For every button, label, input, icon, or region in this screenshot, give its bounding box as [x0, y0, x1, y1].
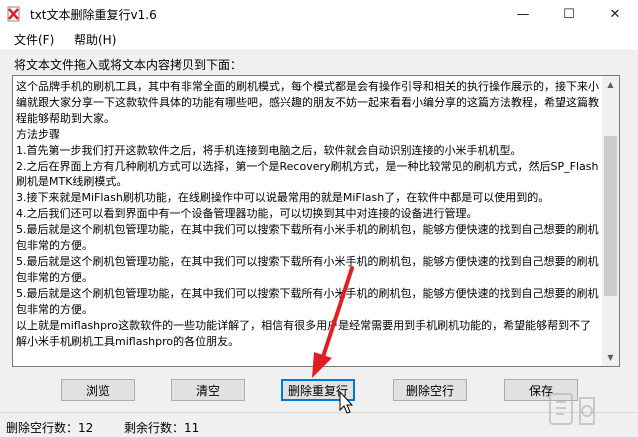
red-arrow-icon [312, 266, 354, 378]
mouse-cursor-icon [339, 390, 354, 414]
annotation-arrow-overlay [312, 266, 354, 414]
watermark-logo [549, 393, 595, 425]
